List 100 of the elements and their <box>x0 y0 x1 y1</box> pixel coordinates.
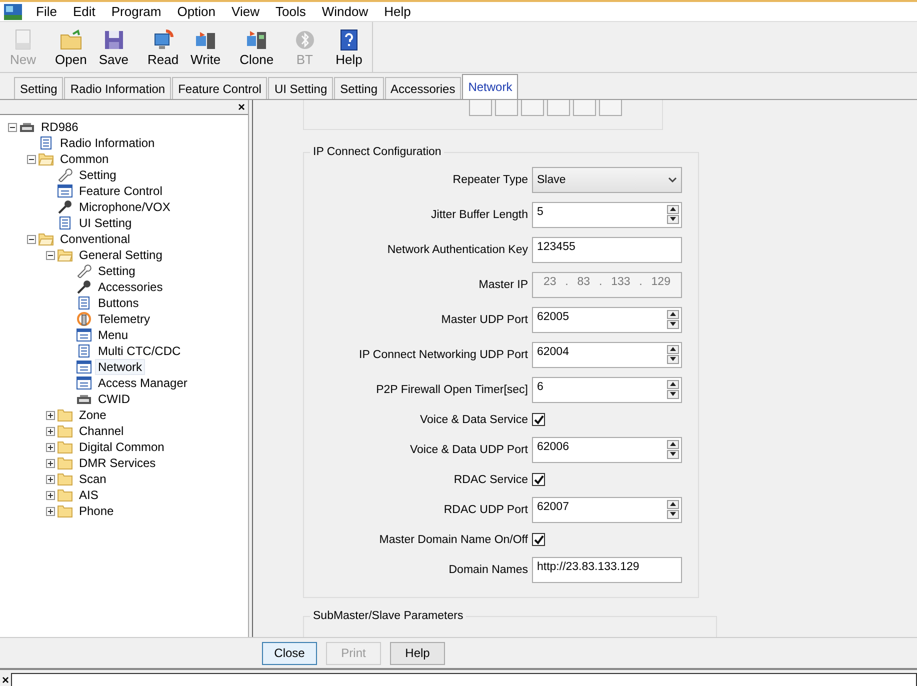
menubar-entry[interactable]: File <box>28 4 65 19</box>
tree-item[interactable]: UI Setting <box>77 216 134 230</box>
collapse-icon[interactable] <box>8 122 17 132</box>
spin-field[interactable]: 62004 <box>532 342 682 368</box>
spin-up-button[interactable] <box>667 344 679 354</box>
tab[interactable]: Setting <box>334 77 384 99</box>
spin-field[interactable]: 62005 <box>532 306 682 332</box>
tab[interactable]: UI Setting <box>268 77 334 99</box>
tab[interactable]: Setting <box>14 77 64 99</box>
spin-down-button[interactable] <box>667 390 679 398</box>
expand-icon[interactable] <box>46 410 55 420</box>
tree-item[interactable]: Conventional <box>58 232 132 246</box>
menubar-entry[interactable]: Edit <box>64 4 104 19</box>
spin-field[interactable]: 5 <box>532 202 682 228</box>
tree-item[interactable]: Scan <box>77 472 108 486</box>
tree-item[interactable]: Radio Information <box>58 136 157 150</box>
tree-item[interactable]: Channel <box>77 424 126 438</box>
tree-item[interactable]: Menu <box>96 328 130 342</box>
tree-item[interactable]: DMR Services <box>77 456 158 470</box>
triangle-up-icon <box>670 347 676 351</box>
app-icon <box>4 4 22 20</box>
tab[interactable]: Network <box>462 74 518 99</box>
triangle-up-icon <box>670 442 676 446</box>
tree-item[interactable]: Feature Control <box>77 184 164 198</box>
spin-field[interactable]: 62006 <box>532 436 682 462</box>
close-icon[interactable]: × <box>2 674 10 686</box>
spin-field[interactable]: 6 <box>532 376 682 402</box>
tree-item[interactable]: Phone <box>77 504 116 518</box>
spin-up-button[interactable] <box>667 440 679 448</box>
tree-item[interactable]: Buttons <box>96 296 141 310</box>
expand-icon[interactable] <box>46 474 55 484</box>
tab[interactable]: Feature Control <box>172 77 268 99</box>
tree-item[interactable]: General Setting <box>77 248 164 262</box>
expand-icon[interactable] <box>46 458 55 468</box>
dialog-button[interactable]: Close <box>262 642 317 664</box>
menubar-entry[interactable]: View <box>224 4 268 19</box>
toolbar-button[interactable]: Clone <box>234 26 280 68</box>
checkbox[interactable] <box>532 413 545 426</box>
expand-icon[interactable] <box>46 506 55 516</box>
toolbar-button[interactable]: Read <box>141 26 185 68</box>
collapse-icon[interactable] <box>27 154 36 164</box>
tree-item[interactable]: Microphone/VOX <box>77 200 172 214</box>
tree-item[interactable]: Zone <box>77 408 108 422</box>
spin-up-button[interactable] <box>667 310 679 318</box>
list-icon <box>76 328 92 342</box>
toolbar-button[interactable]: Help <box>330 26 368 68</box>
field-label: Domain Names <box>448 564 528 576</box>
spin-down-button[interactable] <box>667 450 679 458</box>
tree-item[interactable]: Network <box>96 360 144 374</box>
text-field[interactable]: http://23.83.133.129 <box>532 556 682 582</box>
menubar-entry[interactable]: Program <box>103 4 170 19</box>
spin-up-button[interactable] <box>667 380 679 388</box>
tree-item[interactable]: RD986 <box>39 120 80 134</box>
wrench-icon <box>76 264 92 278</box>
triangle-down-icon <box>670 392 676 396</box>
spin-down-button[interactable] <box>667 354 679 364</box>
menubar-entry[interactable]: Help <box>376 4 419 19</box>
menubar-entry[interactable]: Option <box>169 4 224 19</box>
tree-item[interactable]: Multi CTC/CDC <box>96 344 183 358</box>
triangle-up-icon <box>670 207 676 211</box>
menubar-entry[interactable]: Window <box>314 4 376 19</box>
field-label: RDAC Service <box>454 474 528 486</box>
tree-item[interactable]: Setting <box>77 168 118 182</box>
folder-icon <box>57 440 73 454</box>
tree-item[interactable]: Digital Common <box>77 440 166 454</box>
document-icon <box>76 344 92 358</box>
expand-icon[interactable] <box>46 426 55 436</box>
document-icon <box>57 216 73 230</box>
checkbox[interactable] <box>532 533 545 546</box>
repeater-type-dropdown[interactable]: Slave <box>532 166 682 192</box>
expand-icon[interactable] <box>46 442 55 452</box>
tab[interactable]: Accessories <box>384 77 462 99</box>
spin-down-button[interactable] <box>667 214 679 224</box>
spin-field[interactable]: 62007 <box>532 496 682 522</box>
tab[interactable]: Radio Information <box>64 77 172 99</box>
tree-item[interactable]: Common <box>58 152 111 166</box>
field-label: P2P Firewall Open Timer[sec] <box>376 384 528 396</box>
microphone-icon <box>57 200 73 214</box>
tree-item[interactable]: AIS <box>77 488 100 502</box>
spin-up-button[interactable] <box>667 500 679 508</box>
spin-down-button[interactable] <box>667 510 679 518</box>
tree-item[interactable]: Accessories <box>96 280 165 294</box>
tree-item[interactable]: Access Manager <box>96 376 190 390</box>
spin-up-button[interactable] <box>667 204 679 214</box>
toolbar-button[interactable]: Open <box>49 26 93 68</box>
spin-down-button[interactable] <box>667 320 679 328</box>
expand-icon[interactable] <box>46 490 55 500</box>
checkbox[interactable] <box>532 473 545 486</box>
radio-device-icon <box>19 120 35 134</box>
dialog-button[interactable]: Help <box>390 642 445 664</box>
text-field[interactable]: 123455 <box>532 236 682 262</box>
collapse-icon[interactable] <box>46 250 55 260</box>
tree-item[interactable]: CWID <box>96 392 132 406</box>
toolbar-button[interactable]: Save <box>92 26 134 68</box>
tree-item[interactable]: Setting <box>96 264 138 278</box>
tree-item[interactable]: Telemetry <box>96 312 152 326</box>
menubar-entry[interactable]: Tools <box>267 4 314 19</box>
close-icon[interactable]: × <box>238 101 245 113</box>
toolbar-button[interactable]: Write <box>184 26 227 68</box>
collapse-icon[interactable] <box>27 234 36 244</box>
